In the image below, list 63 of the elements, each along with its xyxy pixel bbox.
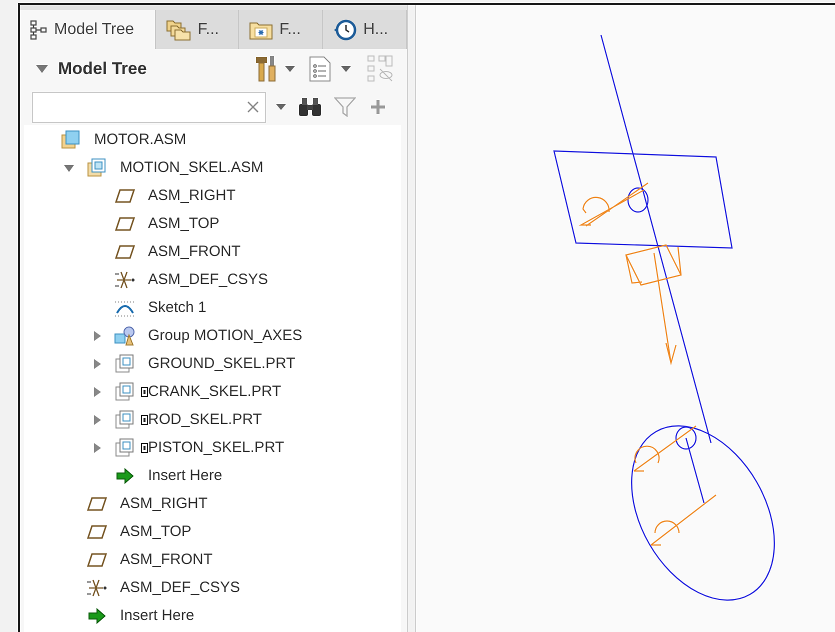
hidden-tree-icon[interactable] (367, 55, 393, 83)
folders-icon (166, 18, 192, 40)
part-icon (115, 382, 135, 402)
datum-plane-icon (115, 245, 135, 259)
panel-title: Model Tree (58, 58, 147, 80)
clock-icon (333, 18, 358, 42)
tree-item[interactable]: GROUND_SKEL.PRT (148, 352, 296, 376)
arrow-icon (88, 608, 106, 624)
assembly-icon (87, 158, 107, 178)
part-icon (115, 410, 135, 430)
part-icon (115, 354, 135, 374)
collapse-arrow-icon[interactable] (36, 64, 48, 74)
dropdown-caret-icon[interactable] (276, 104, 286, 110)
tree-item[interactable]: ASM_FRONT (148, 240, 241, 264)
datum-plane-icon (115, 217, 135, 231)
tree-item[interactable]: CRANK_SKEL.PRT (148, 380, 282, 404)
tree-item[interactable]: Sketch 1 (148, 296, 206, 320)
add-icon[interactable] (370, 99, 386, 115)
dropdown-caret-icon[interactable] (285, 66, 295, 72)
tree-item[interactable]: PISTON_SKEL.PRT (148, 436, 284, 460)
expand-arrow-icon[interactable] (92, 415, 102, 425)
list-icon[interactable] (309, 56, 331, 82)
search-field[interactable] (32, 92, 266, 122)
datum-plane-icon (87, 553, 107, 567)
expand-arrow-icon[interactable] (92, 359, 102, 369)
dropdown-caret-icon[interactable] (341, 66, 351, 72)
panel-tab[interactable]: F... (239, 10, 324, 49)
tree-icon (30, 20, 48, 40)
tree-item[interactable]: Insert Here (120, 604, 194, 628)
sketch-icon (114, 299, 136, 317)
arrow-icon (116, 468, 134, 484)
tree-item[interactable]: ASM_RIGHT (120, 492, 208, 516)
tree-item[interactable]: ASM_FRONT (120, 548, 213, 572)
coordinate-system-icon (86, 578, 108, 598)
tree-item[interactable]: MOTOR.ASM (94, 128, 186, 152)
assembly-icon (61, 130, 81, 150)
datum-plane-icon (87, 525, 107, 539)
panel-tab[interactable]: Model Tree (20, 10, 156, 49)
tree-item[interactable]: ASM_DEF_CSYS (120, 576, 240, 600)
expand-arrow-icon[interactable] (92, 331, 102, 341)
tree-item[interactable]: Group MOTION_AXES (148, 324, 302, 348)
coordinate-system-icon (114, 270, 136, 290)
tree-item[interactable]: ROD_SKEL.PRT (148, 408, 262, 432)
expand-arrow-icon[interactable] (92, 387, 102, 397)
expand-arrow-icon[interactable] (92, 443, 102, 453)
collapse-arrow-icon[interactable] (64, 163, 74, 173)
part-icon (115, 438, 135, 458)
clear-icon[interactable] (247, 101, 259, 113)
tree-item[interactable]: ASM_DEF_CSYS (148, 268, 268, 292)
binoculars-icon[interactable] (298, 97, 322, 117)
filter-icon[interactable] (334, 97, 356, 117)
tree-item[interactable]: ASM_RIGHT (148, 184, 236, 208)
folder-star-icon (249, 20, 274, 40)
tools-icon[interactable] (255, 55, 277, 83)
tree-item[interactable]: ASM_TOP (120, 520, 192, 544)
datum-plane-icon (87, 497, 107, 511)
tree-item[interactable]: Insert Here (148, 464, 222, 488)
tree-item[interactable]: MOTION_SKEL.ASM (120, 156, 264, 180)
datum-plane-icon (115, 189, 135, 203)
group-icon (114, 326, 136, 346)
panel-tab[interactable]: F... (156, 10, 240, 49)
tree-item[interactable]: ASM_TOP (148, 212, 220, 236)
panel-tab[interactable]: H... (323, 10, 408, 49)
